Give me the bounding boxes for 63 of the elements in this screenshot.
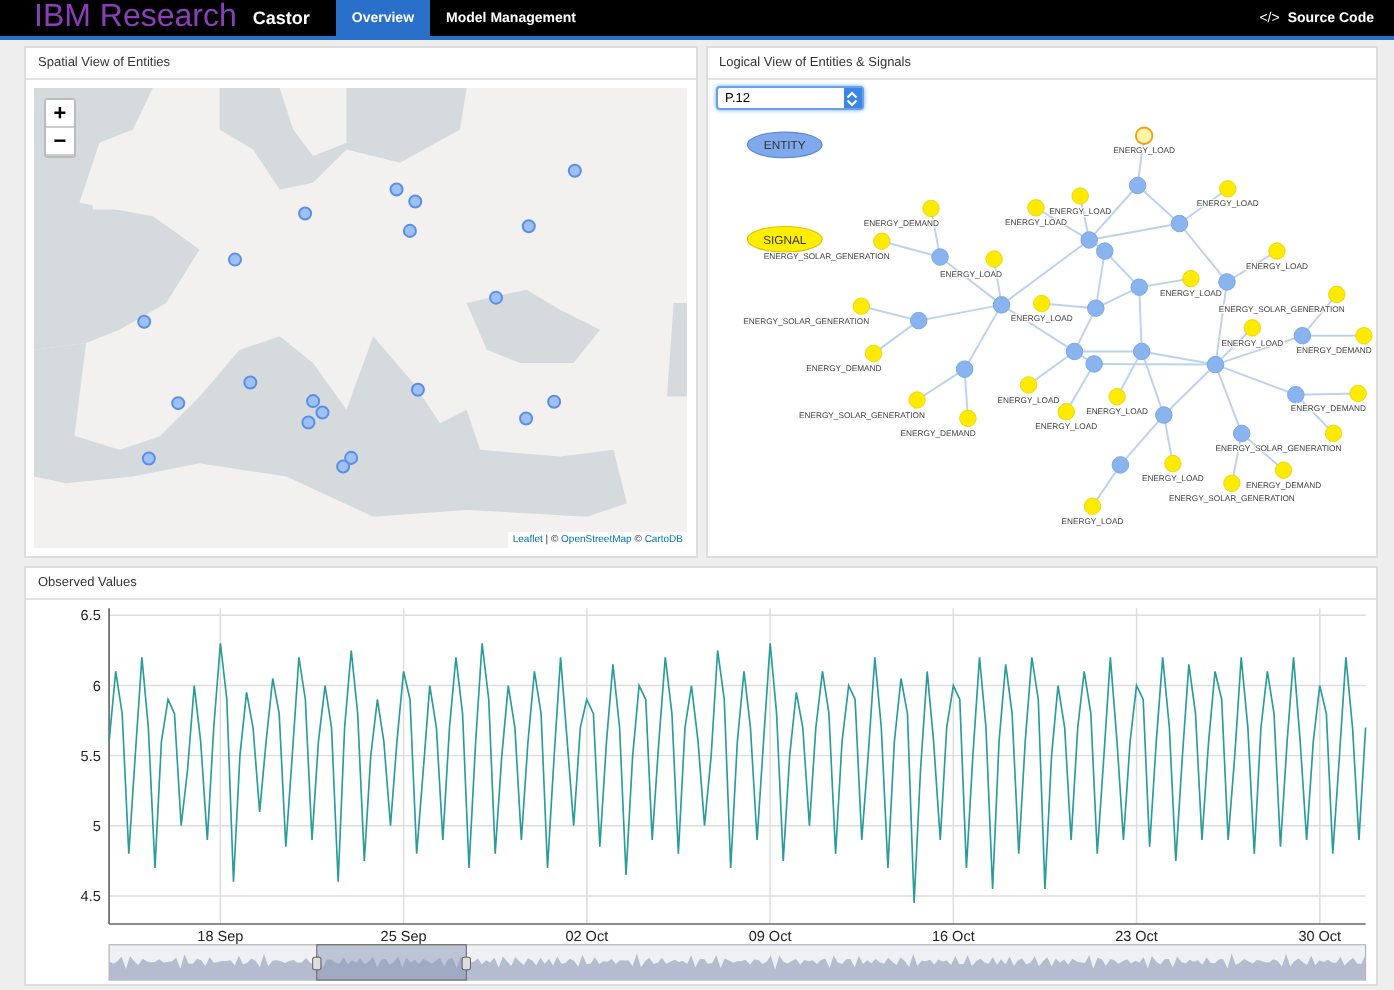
- entity-node[interactable]: [1205, 355, 1224, 374]
- signal-node[interactable]: [863, 344, 882, 363]
- signal-node[interactable]: [1354, 327, 1372, 345]
- entity-node[interactable]: [1127, 176, 1146, 195]
- entity-node[interactable]: [1110, 456, 1129, 474]
- x-tick-label: 18 Sep: [197, 926, 244, 945]
- entity-node[interactable]: [1292, 326, 1311, 345]
- signal-node[interactable]: [1070, 187, 1088, 205]
- entity-node[interactable]: [1079, 231, 1097, 249]
- signal-node[interactable]: [921, 199, 939, 218]
- entity-node[interactable]: [1086, 299, 1104, 317]
- signal-node[interactable]: [1107, 388, 1125, 406]
- x-tick-label: 23 Oct: [1115, 926, 1158, 945]
- entity-node[interactable]: [991, 296, 1010, 314]
- signal-node[interactable]: [1181, 270, 1199, 288]
- entity-node[interactable]: [908, 311, 927, 330]
- x-tick-label: 02 Oct: [565, 926, 609, 945]
- entity-node[interactable]: [1084, 355, 1102, 373]
- signal-node[interactable]: [958, 409, 976, 427]
- entity-node[interactable]: [1064, 342, 1083, 361]
- signal-node[interactable]: [1163, 454, 1181, 473]
- select-arrows-icon: [843, 88, 861, 108]
- signal-node[interactable]: [907, 391, 925, 409]
- y-tick-label: 4.5: [80, 887, 101, 906]
- y-tick-label: 5: [92, 816, 101, 835]
- entity-node[interactable]: [930, 248, 948, 266]
- zoom-in-button[interactable]: +: [46, 100, 74, 128]
- signal-node[interactable]: [872, 232, 890, 250]
- signal-node[interactable]: [1323, 424, 1342, 443]
- entity-node[interactable]: [1231, 424, 1250, 443]
- signal-node[interactable]: [1032, 294, 1050, 313]
- range-navigator[interactable]: [108, 944, 1367, 981]
- signal-node[interactable]: [851, 297, 869, 315]
- x-tick-label: 09 Oct: [748, 926, 792, 945]
- signal-node[interactable]: [1056, 403, 1074, 421]
- entity-node[interactable]: [1129, 278, 1147, 296]
- y-tick-label: 6.5: [80, 606, 101, 625]
- signal-node[interactable]: [1018, 376, 1037, 394]
- entity-node[interactable]: [1217, 273, 1235, 291]
- signal-node[interactable]: [1222, 474, 1240, 492]
- signal-node[interactable]: [1242, 319, 1261, 337]
- entity-node[interactable]: [1169, 214, 1188, 233]
- y-tick-label: 6: [92, 676, 101, 695]
- signal-node[interactable]: [1327, 285, 1345, 304]
- signal-node[interactable]: [1218, 180, 1236, 198]
- x-tick-label: 30 Oct: [1298, 926, 1342, 945]
- entity-node[interactable]: [1131, 342, 1150, 361]
- app-name: Castor: [252, 6, 310, 32]
- signal-node[interactable]: [1267, 242, 1285, 260]
- signal-node[interactable]: [1026, 199, 1044, 217]
- signal-node[interactable]: [1348, 384, 1366, 403]
- x-tick-label: 25 Sep: [380, 926, 427, 945]
- signal-node[interactable]: [984, 250, 1002, 268]
- x-tick-label: 16 Oct: [931, 926, 975, 945]
- entity-node[interactable]: [1154, 406, 1172, 424]
- zoom-out-button[interactable]: −: [46, 128, 74, 156]
- signal-node[interactable]: [1273, 461, 1292, 479]
- y-tick-label: 5.5: [80, 746, 101, 765]
- signal-node[interactable]: [1082, 497, 1101, 515]
- entity-node[interactable]: [954, 360, 973, 378]
- entity-node[interactable]: [1286, 386, 1304, 404]
- entity-node[interactable]: [1095, 242, 1113, 260]
- signal-node[interactable]: [1133, 126, 1153, 145]
